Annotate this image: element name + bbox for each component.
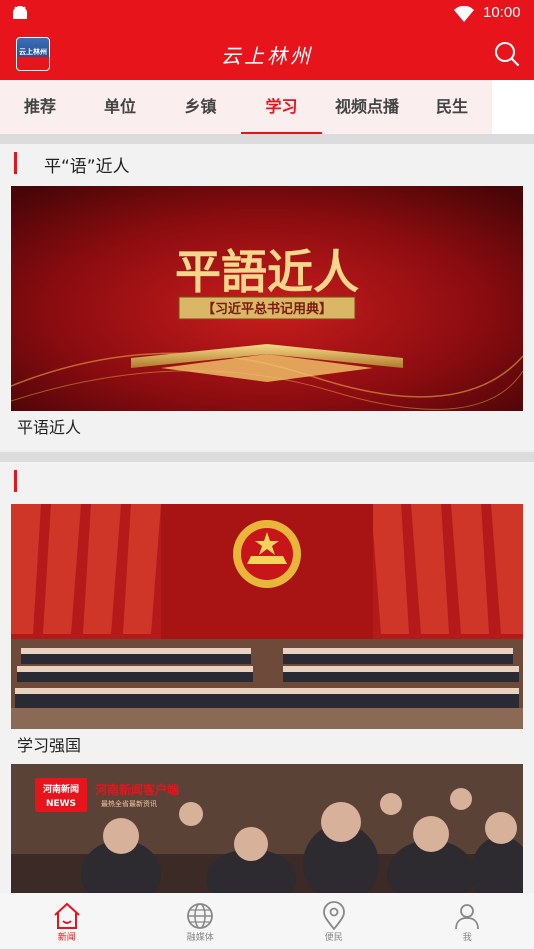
app-title: 云上林州 [221, 44, 313, 68]
pingyu-cover-graphic: 平語近人 【习近平总书记用典】 [11, 186, 523, 411]
nav-label: 便民 [324, 933, 343, 943]
nav-label: 新闻 [57, 933, 76, 943]
home-icon [54, 902, 80, 929]
henan-news-graphic: 河南新闻 NEWS 河南新闻客户端 最热全省最新资讯 [11, 764, 523, 893]
section-pingyu: 平“语”近人 平語近人 【习近平总书记用典】 平语近人 [0, 144, 534, 450]
search-icon[interactable] [494, 41, 520, 67]
badge-line2-text: NEWS [46, 799, 76, 809]
nav-label: 我 [462, 933, 472, 943]
status-time: 10:00 [483, 4, 521, 21]
section-title: 平“语”近人 [44, 157, 130, 177]
section-accent-bar [14, 152, 17, 174]
card-caption[interactable]: 学习强国 [17, 732, 81, 756]
location-pin-icon [322, 901, 345, 931]
section-header [0, 462, 534, 502]
nav-convenience[interactable]: 便民 [267, 893, 401, 949]
tab-units[interactable]: 单位 [80, 80, 160, 134]
section-divider [0, 452, 534, 462]
wifi-icon [454, 6, 474, 22]
nav-label: 融媒体 [186, 933, 214, 943]
tab-video-on-demand[interactable]: 视频点播 [322, 80, 412, 134]
status-bar: 10:00 [0, 0, 534, 28]
tab-towns[interactable]: 乡镇 [160, 80, 241, 134]
cover-title-text: 平語近人 [175, 245, 359, 299]
congress-hall-graphic [11, 504, 523, 729]
globe-icon [187, 903, 214, 929]
nav-news[interactable]: 新闻 [0, 893, 134, 949]
app-screen: 10:00 云上林州 云上林州 推荐 单位 乡镇 学习 视频点播 民生 平“语”… [0, 0, 534, 949]
henan-news-image[interactable]: 河南新闻 NEWS 河南新闻客户端 最热全省最新资讯 [11, 764, 523, 893]
bottom-navigation: 新闻 融媒体 便民 我 [0, 893, 534, 949]
nav-media[interactable]: 融媒体 [134, 893, 268, 949]
category-tabs: 推荐 单位 乡镇 学习 视频点播 民生 [0, 80, 534, 134]
section-header: 平“语”近人 [0, 144, 534, 184]
banner-sub-text: 最热全省最新资讯 [101, 799, 157, 808]
badge-line1-text: 河南新闻 [43, 783, 79, 795]
section-divider [0, 134, 534, 144]
pingyu-cover-image[interactable]: 平語近人 【习近平总书记用典】 [11, 186, 523, 411]
user-icon [455, 904, 480, 930]
app-header: 云上林州 云上林州 [0, 28, 534, 80]
android-icon [13, 6, 27, 19]
card-caption[interactable]: 平语近人 [17, 414, 81, 438]
section-accent-bar [14, 470, 17, 492]
congress-hall-image[interactable] [11, 504, 523, 729]
nav-me[interactable]: 我 [401, 893, 534, 949]
section-study: 学习强国 河南新闻 NEWS 河南新闻客户端 最热全省最新资讯 [0, 462, 534, 893]
tab-recommend[interactable]: 推荐 [0, 80, 80, 134]
tabs-overflow-fade [492, 80, 534, 134]
tab-strip: 推荐 单位 乡镇 学习 视频点播 民生 [0, 80, 492, 134]
banner-text: 河南新闻客户端 [94, 782, 179, 797]
tab-study[interactable]: 学习 [241, 80, 322, 134]
tab-livelihood[interactable]: 民生 [412, 80, 492, 134]
cover-subtitle-text: 【习近平总书记用典】 [202, 301, 332, 317]
